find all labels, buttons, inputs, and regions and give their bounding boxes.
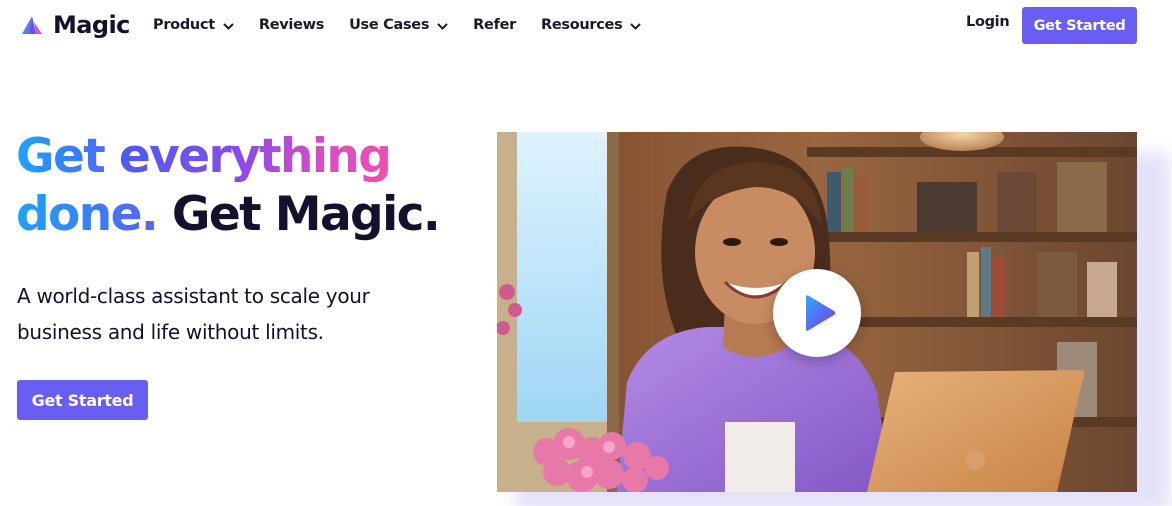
headline-part-2: everything	[118, 129, 392, 184]
nav-item-label: Refer	[473, 17, 516, 33]
play-button[interactable]	[773, 269, 861, 357]
hero-headline: Get everything done. Get Magic.	[16, 128, 476, 244]
chevron-down-icon	[630, 23, 642, 30]
top-nav: Magic Product Reviews Use Cases Refer Re…	[0, 0, 1172, 50]
chevron-down-icon	[437, 23, 448, 30]
nav-item-resources[interactable]: Resources	[540, 17, 642, 33]
logo[interactable]: Magic	[20, 10, 130, 40]
nav-item-label: Use Cases	[349, 17, 430, 33]
nav-item-label: Product	[153, 17, 215, 33]
headline-part-4: Get Magic.	[157, 187, 441, 242]
magic-logo-icon	[22, 16, 42, 34]
nav-item-label: Reviews	[258, 17, 325, 33]
headline-part-1: Get	[16, 129, 119, 184]
nav-links: Product Reviews Use Cases Refer Resource…	[153, 14, 666, 36]
nav-item-use-cases[interactable]: Use Cases	[349, 17, 448, 33]
subheadline-line-1: A world-class assistant to scale your	[17, 284, 370, 308]
brand-name: Magic	[53, 11, 130, 39]
page: Magic Product Reviews Use Cases Refer Re…	[0, 0, 1172, 506]
nav-item-product[interactable]: Product	[153, 17, 234, 33]
subheadline-line-2: business and life without limits.	[17, 320, 324, 344]
hero-get-started-button[interactable]: Get Started	[17, 380, 148, 420]
nav-get-started-button[interactable]: Get Started	[1022, 7, 1137, 44]
nav-item-label: Resources	[540, 17, 623, 33]
play-button-icon	[806, 295, 836, 331]
headline-part-3: done.	[16, 187, 159, 242]
hero-subheadline: A world-class assistant to scale your bu…	[17, 278, 437, 350]
nav-item-refer[interactable]: Refer	[473, 17, 516, 33]
login-link[interactable]: Login	[966, 14, 1010, 30]
nav-item-reviews[interactable]: Reviews	[259, 17, 324, 33]
chevron-down-icon	[223, 23, 234, 30]
